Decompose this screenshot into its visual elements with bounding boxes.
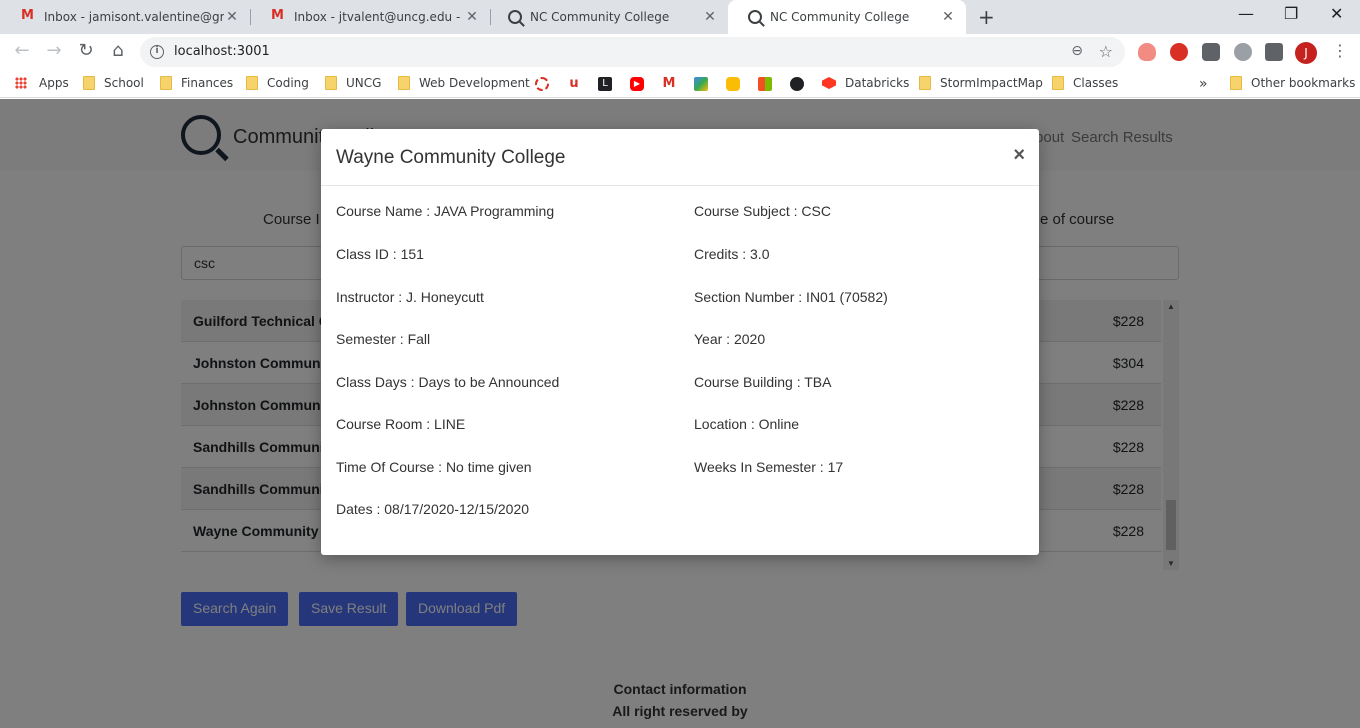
instructor: Instructor : J. Honeycutt	[336, 289, 484, 305]
close-icon[interactable]: ✕	[940, 9, 956, 25]
search-icon	[748, 10, 762, 24]
gmail-icon	[20, 8, 36, 23]
info-icon[interactable]: i	[150, 45, 164, 59]
search-icon	[508, 10, 522, 24]
folder-icon	[325, 76, 337, 90]
bookmarks-bar: Apps School Finances Coding UNCG Web Dev…	[0, 70, 1360, 98]
apps-icon	[15, 77, 27, 89]
bookmark-stormimpactmap[interactable]: StormImpactMap	[919, 76, 1043, 90]
bug-extension-icon[interactable]	[1234, 43, 1252, 61]
tab-gmail-uncg[interactable]: Inbox - jtvalent@uncg.edu - UNCG ✕	[250, 0, 490, 34]
gmail-bookmark-icon[interactable]: M	[662, 77, 676, 91]
bookmark-other[interactable]: Other bookmarks	[1230, 76, 1355, 90]
reload-icon[interactable]: ↻	[74, 40, 98, 61]
close-icon[interactable]: ✕	[702, 9, 718, 25]
bookmark-databricks[interactable]: Databricks	[822, 76, 909, 90]
bookmark-label: Finances	[181, 76, 234, 90]
home-icon[interactable]: ⌂	[106, 40, 130, 61]
menu-icon[interactable]: ⋮	[1332, 41, 1348, 60]
folder-icon	[160, 76, 172, 90]
section-number: Section Number : IN01 (70582)	[694, 289, 888, 305]
bookmark-apps[interactable]: Apps	[15, 76, 69, 90]
bookmark-label: Other bookmarks	[1251, 76, 1356, 90]
browser-toolbar: ← → ↻ ⌂ i localhost:3001 ⊖ ☆ J ⋮	[0, 34, 1360, 70]
credits: Credits : 3.0	[694, 246, 770, 262]
tab-title: NC Community College	[530, 10, 670, 24]
keep-icon[interactable]	[726, 77, 740, 91]
folder-icon	[398, 76, 410, 90]
bookmark-uncg[interactable]: UNCG	[325, 76, 381, 90]
course-building: Course Building : TBA	[694, 374, 832, 390]
bookmark-label: StormImpactMap	[940, 76, 1043, 90]
tab-strip: Inbox - jamisont.valentine@gmail.com ✕ I…	[0, 0, 1360, 34]
address-bar[interactable]: i localhost:3001 ⊖ ☆	[140, 37, 1125, 67]
github-icon[interactable]	[790, 77, 804, 91]
adblock-extension-icon[interactable]	[1170, 43, 1188, 61]
course-dates: Dates : 08/17/2020-12/15/2020	[336, 501, 530, 517]
tab-title: Inbox - jtvalent@uncg.edu - UNCG	[294, 10, 464, 24]
location: Location : Online	[694, 416, 800, 432]
tab-nc-college-active[interactable]: NC Community College ✕	[728, 0, 966, 34]
bookmark-label: Classes	[1073, 76, 1119, 90]
close-icon[interactable]: ✕	[224, 9, 240, 25]
bookmark-label: Coding	[267, 76, 309, 90]
course-name: Course Name : JAVA Programming	[336, 203, 555, 219]
grid-bookmark-icon[interactable]	[694, 77, 708, 91]
course-room: Course Room : LINE	[336, 416, 466, 432]
tab-nc-college-1[interactable]: NC Community College ✕	[488, 0, 728, 34]
bookmark-finances[interactable]: Finances	[160, 76, 233, 90]
window-close-icon[interactable]: ✕	[1330, 4, 1343, 23]
bookmark-star-icon[interactable]: ☆	[1099, 42, 1113, 61]
bookmarks-overflow-button[interactable]: »	[1199, 76, 1208, 92]
folder-icon	[1230, 76, 1242, 90]
databricks-icon	[822, 77, 836, 89]
class-days: Class Days : Days to be Announced	[336, 374, 560, 390]
time-of-course: Time Of Course : No time given	[336, 459, 532, 475]
modal-title: Wayne Community College	[336, 147, 566, 168]
course-subject: Course Subject : CSC	[694, 203, 831, 219]
weeks-in-semester: Weeks In Semester : 17	[694, 459, 844, 475]
close-icon[interactable]: ×	[1013, 144, 1025, 167]
back-icon[interactable]: ←	[10, 40, 34, 61]
modal-header: Wayne Community College ×	[321, 129, 1039, 186]
bookmark-label: School	[104, 76, 144, 90]
tab-title: NC Community College	[770, 10, 910, 24]
youtube-icon[interactable]: ▶	[630, 77, 644, 91]
bookmark-school[interactable]: School	[83, 76, 144, 90]
l-bookmark-icon[interactable]: L	[598, 77, 612, 91]
tab-title: Inbox - jamisont.valentine@gmail.com	[44, 10, 224, 24]
profile-avatar[interactable]: J	[1295, 42, 1317, 64]
bookmark-label: Databricks	[845, 76, 910, 90]
restore-icon[interactable]: ❐	[1284, 4, 1298, 23]
folder-icon	[1052, 76, 1064, 90]
bookmark-classes[interactable]: Classes	[1052, 76, 1118, 90]
class-id: Class ID : 151	[336, 246, 424, 262]
url-text[interactable]: localhost:3001	[174, 44, 270, 59]
minimize-icon[interactable]: —	[1238, 4, 1254, 23]
bookmark-label: UNCG	[346, 76, 382, 90]
bookmark-label: Web Development	[419, 76, 530, 90]
bookmark-web-development[interactable]: Web Development	[398, 76, 530, 90]
script-bookmark-icon[interactable]: u	[567, 77, 581, 91]
shield-extension-icon[interactable]	[1138, 43, 1156, 61]
microsoft-icon[interactable]	[758, 77, 772, 91]
folder-icon	[919, 76, 931, 90]
bookmark-label: Apps	[39, 76, 69, 90]
folder-icon	[83, 76, 95, 90]
year: Year : 2020	[694, 331, 766, 347]
folder-icon	[246, 76, 258, 90]
tab-gmail-personal[interactable]: Inbox - jamisont.valentine@gmail.com ✕	[0, 0, 250, 34]
forward-icon[interactable]: →	[42, 40, 66, 61]
wallet-extension-icon[interactable]	[1202, 43, 1220, 61]
bookmark-coding[interactable]: Coding	[246, 76, 309, 90]
zoom-icon[interactable]: ⊖	[1071, 43, 1083, 59]
puzzle-extensions-icon[interactable]	[1265, 43, 1283, 61]
dotted-circle-bookmark-icon[interactable]	[535, 77, 549, 91]
new-tab-button[interactable]: +	[978, 5, 995, 29]
semester: Semester : Fall	[336, 331, 431, 347]
gmail-icon	[270, 8, 286, 23]
course-details-modal: Wayne Community College × Course Name : …	[321, 129, 1039, 555]
close-icon[interactable]: ✕	[464, 9, 480, 25]
